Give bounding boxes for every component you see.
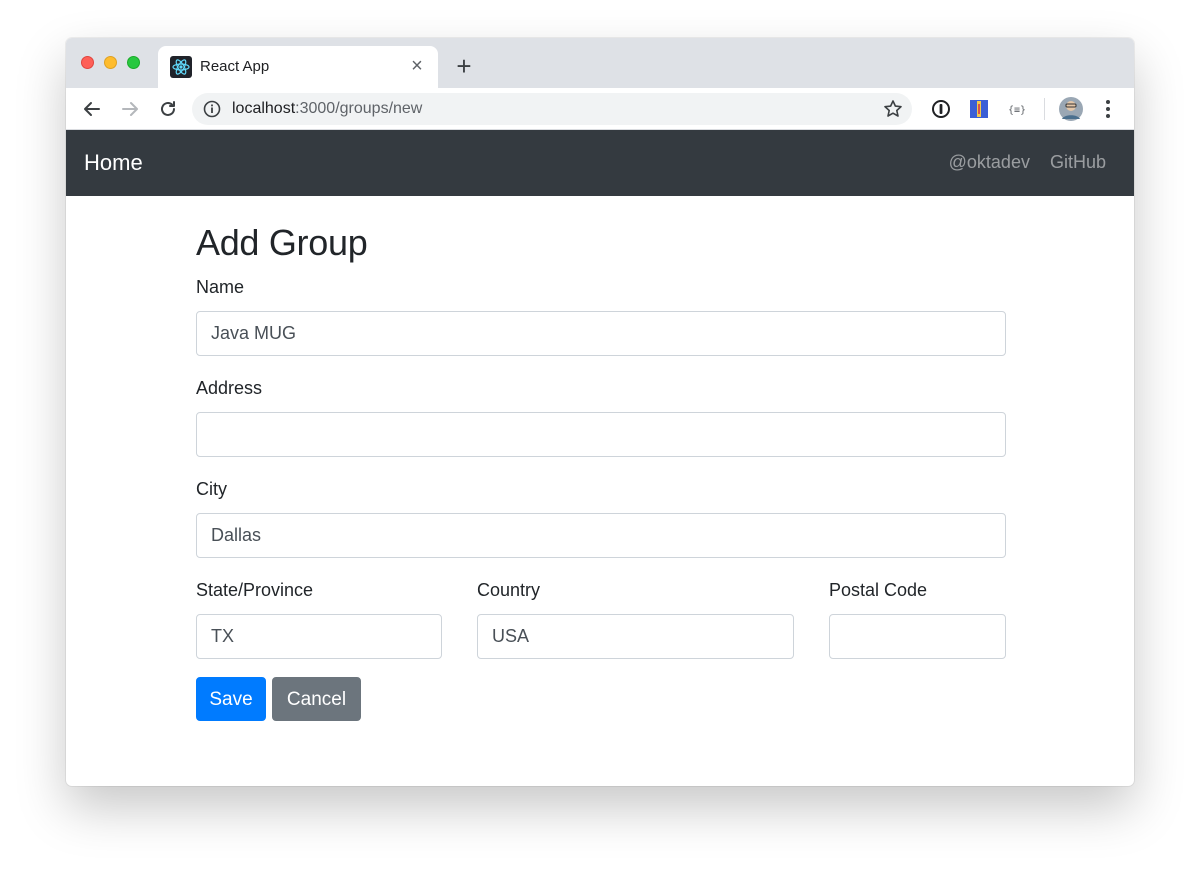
bookmark-star-icon[interactable]	[882, 98, 904, 120]
new-tab-button[interactable]: +	[450, 53, 478, 81]
cancel-button[interactable]: Cancel	[272, 677, 361, 721]
state-input[interactable]: TX	[196, 614, 442, 659]
nav-links: @oktadev GitHub	[949, 152, 1106, 173]
back-arrow-icon[interactable]	[78, 95, 106, 123]
toolbar-divider	[1044, 98, 1045, 120]
password-manager-icon[interactable]	[927, 95, 955, 123]
menu-dots-icon[interactable]	[1094, 95, 1122, 123]
nav-home-link[interactable]: Home	[84, 150, 143, 176]
state-label: State/Province	[196, 580, 314, 600]
address-input[interactable]	[196, 412, 1006, 457]
tab-strip: React App × +	[66, 38, 1134, 88]
tab-title: React App	[200, 58, 270, 75]
postal-code-label: Postal Code	[829, 580, 928, 600]
profile-avatar-icon[interactable]	[1057, 95, 1085, 123]
forward-arrow-icon[interactable]	[116, 95, 144, 123]
minimize-window-button[interactable]	[104, 56, 117, 69]
city-label: City	[196, 479, 227, 499]
app-navbar: Home @oktadev GitHub	[66, 130, 1134, 196]
extension-icon[interactable]	[965, 95, 993, 123]
nav-link-oktadev[interactable]: @oktadev	[949, 152, 1030, 173]
country-input[interactable]: USA	[477, 614, 794, 659]
page-title: Add Group	[196, 222, 368, 263]
maximize-window-button[interactable]	[127, 56, 140, 69]
close-window-button[interactable]	[81, 56, 94, 69]
address-label: Address	[196, 378, 263, 398]
url-text: localhost:3000/groups/new	[232, 100, 422, 118]
country-label: Country	[477, 580, 541, 600]
address-bar[interactable]: localhost:3000/groups/new	[192, 93, 912, 125]
save-button[interactable]: Save	[196, 677, 266, 721]
city-input[interactable]: Dallas	[196, 513, 1006, 558]
name-input[interactable]: Java MUG	[196, 311, 1006, 356]
json-viewer-icon[interactable]: {≡}	[1003, 95, 1031, 123]
postal-code-input[interactable]	[829, 614, 1006, 659]
nav-link-github[interactable]: GitHub	[1050, 152, 1106, 173]
svg-text:{≡}: {≡}	[1008, 105, 1026, 116]
browser-tab[interactable]: React App ×	[158, 46, 438, 88]
url-host: localhost	[232, 100, 296, 117]
browser-window: React App × + localhost:3000/groups/new	[66, 38, 1134, 786]
reload-icon[interactable]	[154, 95, 182, 123]
close-tab-icon[interactable]: ×	[406, 55, 428, 77]
react-logo-icon	[170, 56, 192, 78]
browser-toolbar: localhost:3000/groups/new {≡}	[66, 88, 1134, 130]
name-label: Name	[196, 277, 245, 297]
url-path: :3000/groups/new	[295, 100, 423, 117]
info-icon[interactable]	[202, 99, 222, 119]
